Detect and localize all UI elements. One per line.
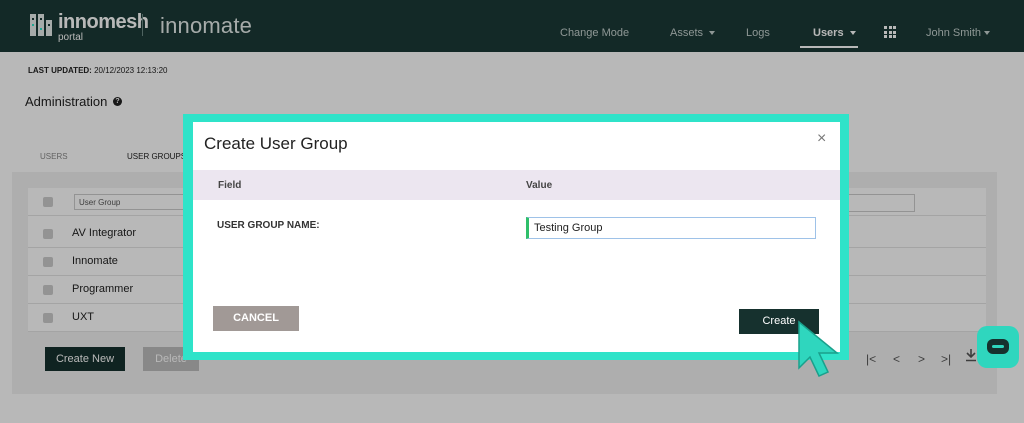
field-column-header: Field (218, 180, 242, 191)
value-column-header: Value (526, 180, 553, 191)
cancel-button[interactable]: CANCEL (213, 306, 299, 331)
close-icon[interactable]: × (817, 130, 826, 148)
user-group-name-label: USER GROUP NAME: (217, 220, 320, 231)
user-group-name-input[interactable] (526, 217, 816, 239)
dialog-table-header: Field Value (193, 170, 840, 200)
dialog-title: Create User Group (204, 134, 348, 153)
chat-bubble-icon (987, 339, 1009, 354)
pointer-cursor-icon (795, 318, 845, 380)
chat-button[interactable] (977, 326, 1019, 368)
create-user-group-dialog: Create User Group × Field Value USER GRO… (193, 122, 840, 352)
